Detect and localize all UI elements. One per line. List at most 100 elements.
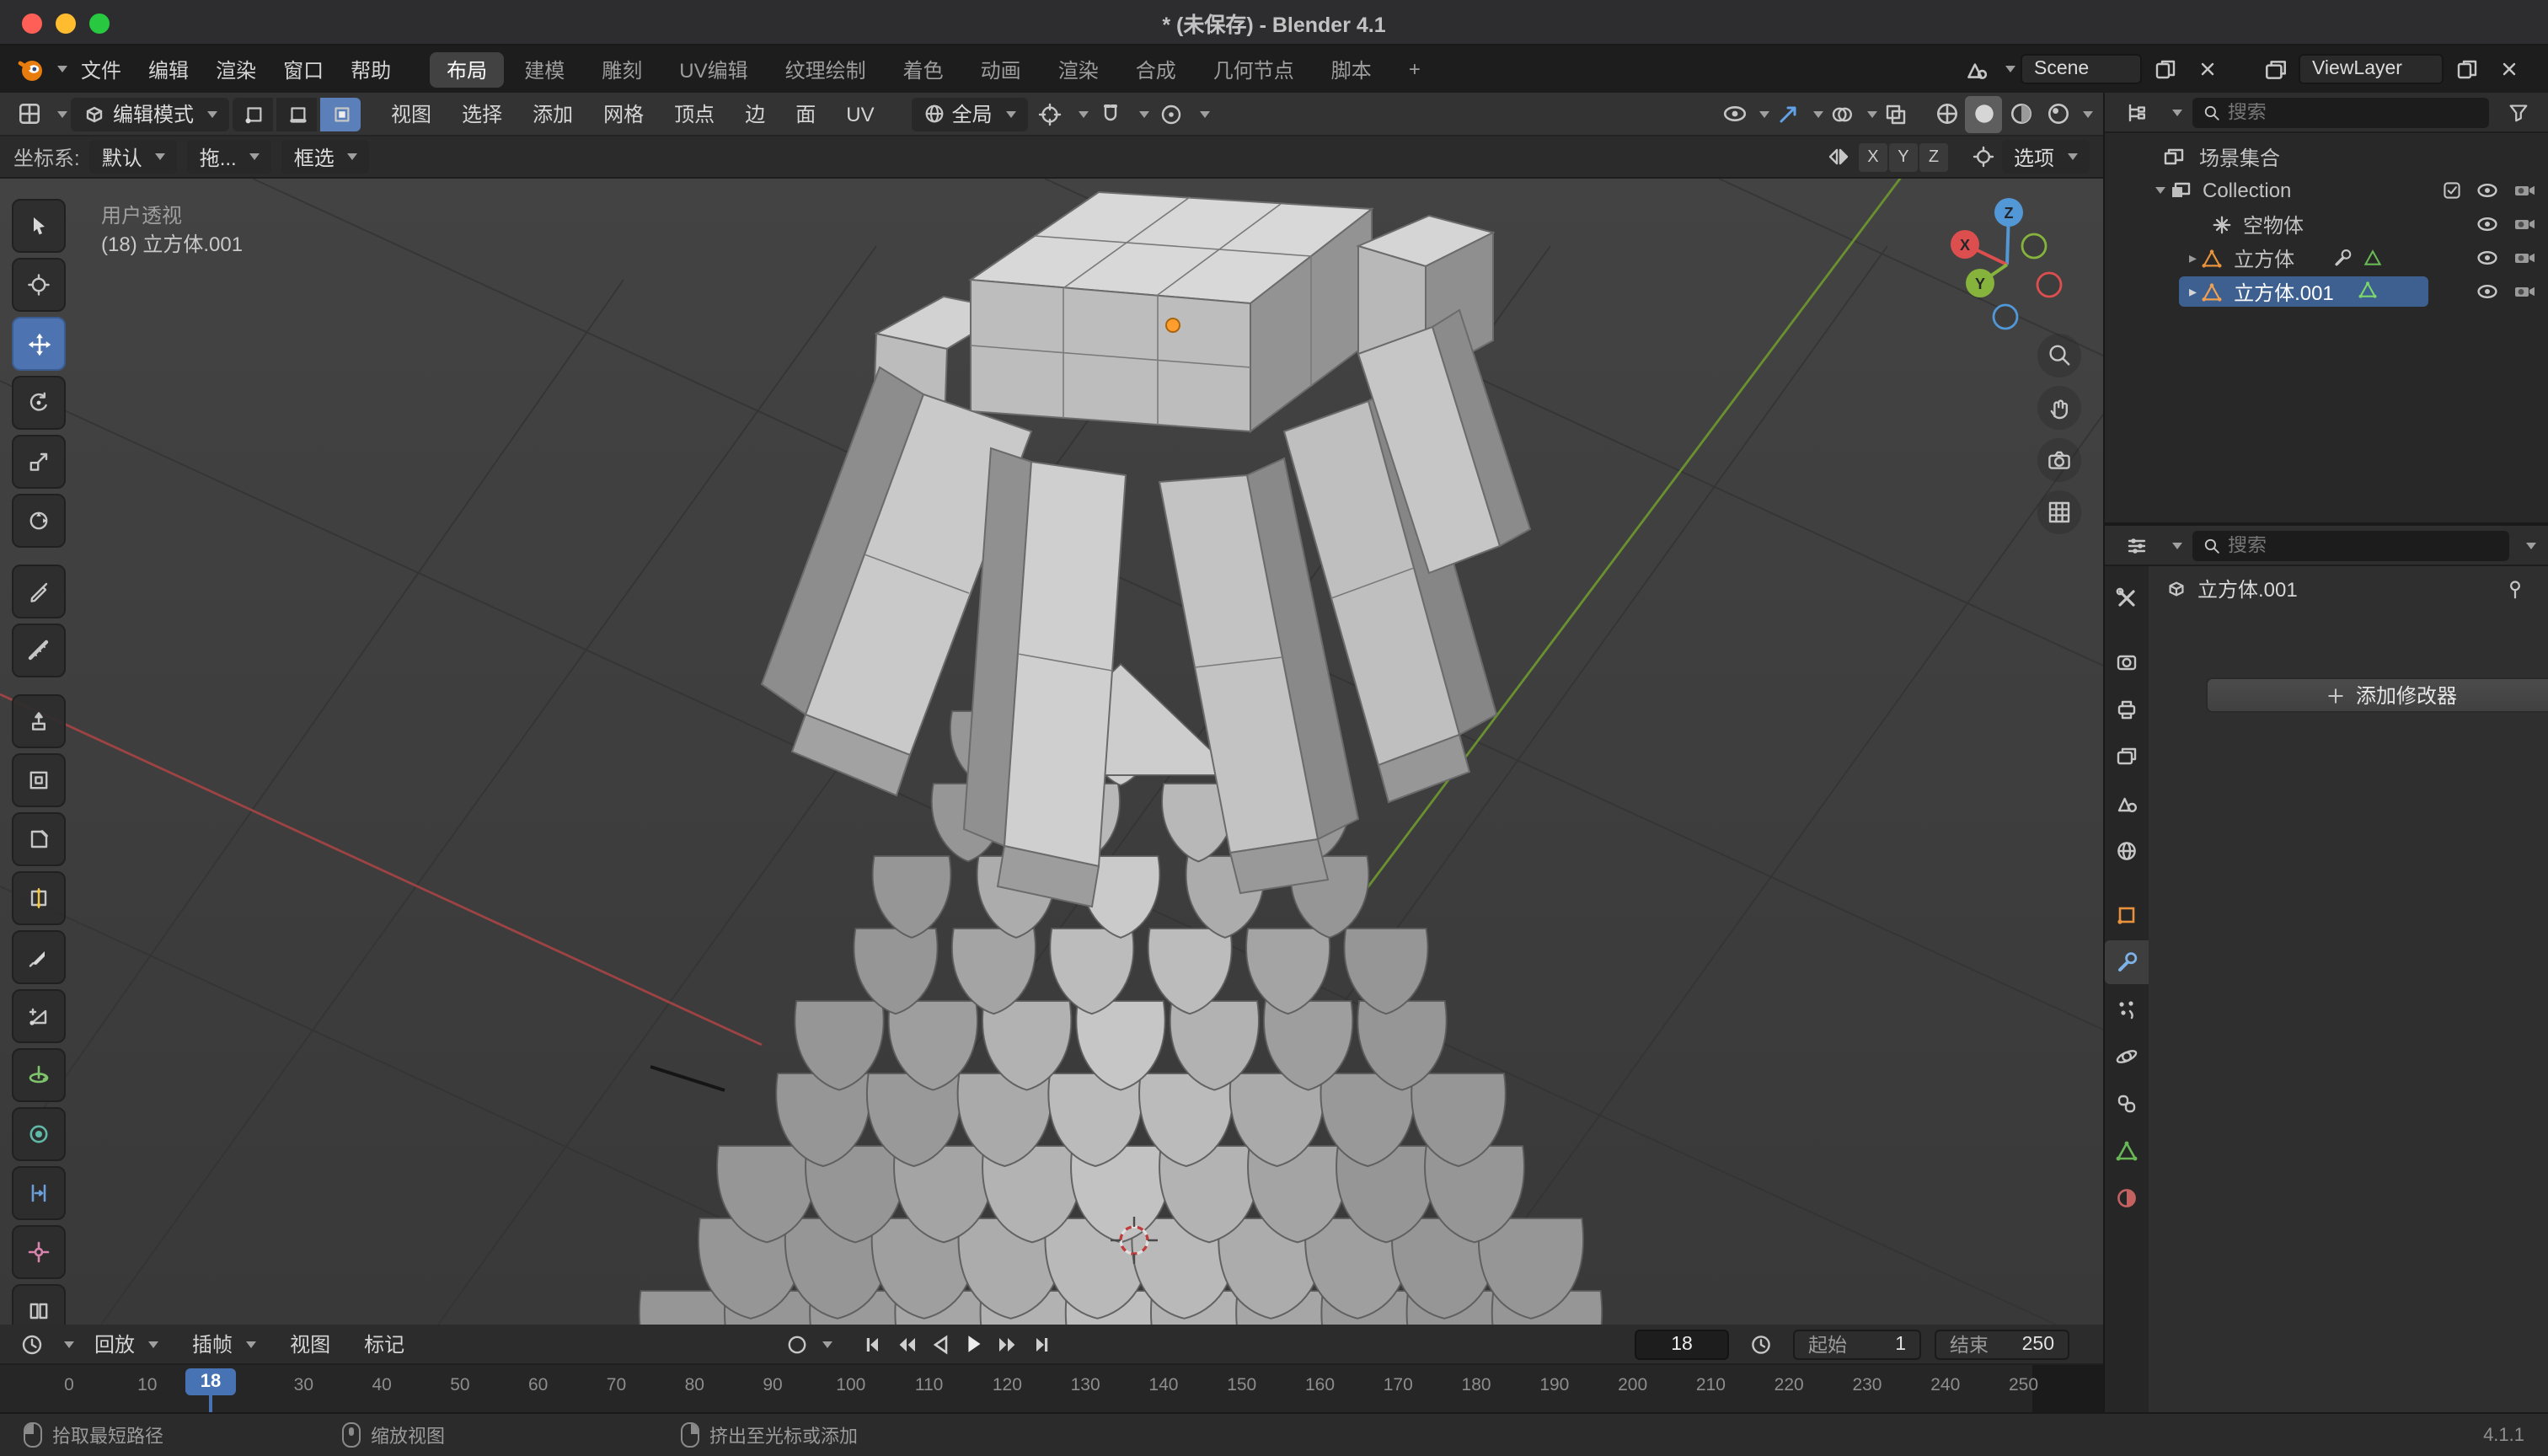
vp-menu-vertex[interactable]: 顶点 (661, 97, 728, 131)
vp-menu-add[interactable]: 添加 (519, 97, 586, 131)
timeline-ruler[interactable]: 0 10 20 30 40 50 60 70 80 90 100 110 120… (0, 1365, 2103, 1412)
pin-icon[interactable] (2496, 570, 2533, 607)
coord-system-dropdown[interactable]: 默认 (90, 140, 178, 174)
tab-material[interactable] (2105, 1176, 2149, 1220)
outliner-search[interactable] (2192, 97, 2489, 127)
hide-eye-icon[interactable] (2476, 246, 2499, 270)
tool-transform[interactable] (12, 494, 66, 548)
show-gizmo-icon[interactable] (1769, 95, 1807, 132)
playback-menu[interactable]: 回放 (81, 1327, 172, 1361)
timeline-editor-caret-icon[interactable] (64, 1341, 74, 1347)
vp-menu-mesh[interactable]: 网格 (590, 97, 657, 131)
menu-file[interactable]: 文件 (67, 52, 135, 86)
workspace-tab-rendering[interactable]: 渲染 (1041, 51, 1116, 87)
tab-view-layer[interactable] (2105, 735, 2149, 779)
gizmo-caret-icon[interactable] (1813, 110, 1823, 117)
options-dropdown[interactable]: 选项 (2002, 140, 2090, 174)
mesh-data-icon[interactable] (2358, 279, 2378, 304)
select-mode-vertex-button[interactable] (233, 97, 273, 131)
properties-filter-caret-icon[interactable] (2526, 542, 2536, 549)
scene-unlink-icon[interactable] (2189, 51, 2226, 88)
timeline-view-menu[interactable]: 视图 (276, 1327, 344, 1361)
viewport-3d[interactable]: 用户透视 (18) 立方体.001 (0, 179, 2103, 1325)
scene-browse-caret-icon[interactable] (2005, 66, 2015, 72)
navigation-gizmo[interactable]: Z X Y (1931, 189, 2083, 340)
zoom-view-icon[interactable] (2037, 334, 2081, 377)
tab-world[interactable] (2105, 829, 2149, 873)
tool-rotate[interactable] (12, 376, 66, 430)
shading-solid-icon[interactable] (1965, 95, 2002, 132)
tool-cursor[interactable] (12, 258, 66, 312)
tab-tool[interactable] (2105, 576, 2149, 620)
tool-annotate[interactable] (12, 565, 66, 618)
viewlayer-name-field[interactable]: ViewLayer (2299, 54, 2444, 84)
mirror-icon[interactable] (1820, 138, 1857, 175)
viewlayer-browse-icon[interactable] (2256, 51, 2294, 88)
cube001-expand-icon[interactable]: ▸ (2189, 282, 2197, 301)
tool-move[interactable] (12, 317, 66, 371)
menu-edit[interactable]: 编辑 (135, 52, 202, 86)
show-visibility-icon[interactable] (1716, 95, 1753, 132)
minimize-button[interactable] (56, 13, 76, 34)
viewlayer-remove-icon[interactable] (2491, 51, 2528, 88)
jump-to-start-button[interactable] (856, 1329, 890, 1359)
jump-to-end-button[interactable] (1025, 1329, 1058, 1359)
outliner-row-cube[interactable]: ▸ 立方体 (2105, 241, 2548, 275)
scene-browse-icon[interactable] (1956, 51, 1994, 88)
cube-expand-icon[interactable]: ▸ (2189, 249, 2197, 267)
vertex-group-icon[interactable] (2362, 248, 2382, 268)
vp-menu-edge[interactable]: 边 (731, 97, 779, 131)
hide-eye-icon[interactable] (2476, 212, 2499, 236)
workspace-tab-uv[interactable]: UV编辑 (662, 51, 764, 87)
select-tool-dropdown[interactable]: 框选 (282, 140, 370, 174)
disable-render-camera-icon[interactable] (2513, 246, 2536, 270)
visibility-caret-icon[interactable] (1759, 110, 1769, 117)
vp-menu-view[interactable]: 视图 (377, 97, 445, 131)
workspace-tab-scripting[interactable]: 脚本 (1314, 51, 1389, 87)
scene-copy-icon[interactable] (2147, 51, 2184, 88)
workspace-tab-sculpt[interactable]: 雕刻 (585, 51, 659, 87)
tool-knife[interactable] (12, 930, 66, 984)
properties-editor-type-icon[interactable] (2118, 527, 2155, 564)
vp-menu-face[interactable]: 面 (782, 97, 829, 131)
camera-view-icon[interactable] (2037, 438, 2081, 482)
shading-caret-icon[interactable] (2083, 110, 2093, 117)
outliner-row-collection[interactable]: Collection (2105, 174, 2548, 207)
vp-menu-uv[interactable]: UV (832, 97, 887, 131)
vp-menu-select[interactable]: 选择 (448, 97, 516, 131)
tool-spin[interactable] (12, 1048, 66, 1102)
shading-wireframe-icon[interactable] (1928, 95, 1965, 132)
properties-search[interactable] (2192, 530, 2509, 560)
tab-output[interactable] (2105, 688, 2149, 731)
outliner-filter-icon[interactable] (2499, 94, 2536, 131)
outliner-search-input[interactable] (2228, 102, 2479, 122)
tool-scale[interactable] (12, 435, 66, 489)
gizmo-axis-y[interactable]: Y (1966, 269, 1994, 297)
properties-search-input[interactable] (2228, 535, 2499, 555)
proportional-caret-icon[interactable] (1200, 110, 1210, 117)
snap-magnet-icon[interactable] (1092, 95, 1129, 132)
outliner-editor-type-icon[interactable] (2118, 94, 2155, 131)
mirror-y-button[interactable]: Y (1889, 142, 1918, 171)
tool-inset-faces[interactable] (12, 753, 66, 807)
autokey-caret-icon[interactable] (822, 1341, 832, 1347)
workspace-tab-layout[interactable]: 布局 (430, 51, 504, 87)
tab-object[interactable] (2105, 893, 2149, 937)
hide-eye-icon[interactable] (2476, 280, 2499, 303)
prev-keyframe-button[interactable] (890, 1329, 923, 1359)
tool-bevel[interactable] (12, 812, 66, 866)
gizmo-axis-z[interactable]: Z (1994, 198, 2023, 227)
workspace-tab-animation[interactable]: 动画 (964, 51, 1038, 87)
workspace-tab-geonodes[interactable]: 几何节点 (1196, 51, 1311, 87)
tool-rip-region[interactable] (12, 1284, 66, 1325)
tool-measure[interactable] (12, 624, 66, 677)
tool-shrink-fatten[interactable] (12, 1225, 66, 1279)
disable-render-camera-icon[interactable] (2513, 179, 2536, 202)
next-keyframe-button[interactable] (991, 1329, 1025, 1359)
toggle-grid-icon[interactable] (2037, 490, 2081, 534)
play-reverse-button[interactable] (923, 1329, 957, 1359)
move-view-icon[interactable] (2037, 386, 2081, 430)
scene-name-field[interactable]: Scene (2021, 54, 2142, 84)
blender-menu-caret-icon[interactable] (57, 66, 67, 72)
select-mode-face-button[interactable] (320, 97, 361, 131)
